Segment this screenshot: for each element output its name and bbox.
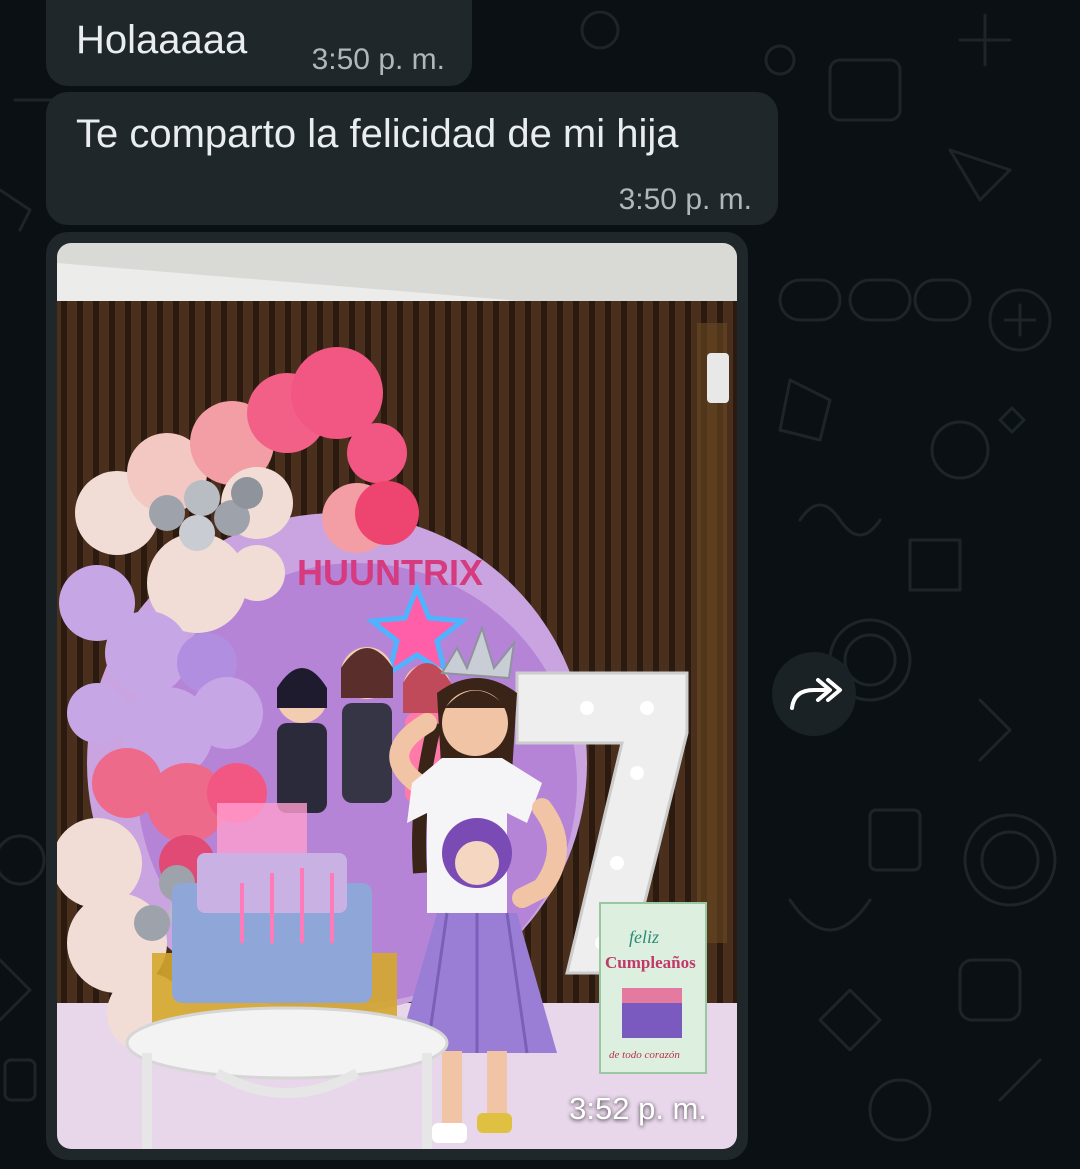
gift-bag-text: Cumpleaños (605, 953, 696, 972)
message-text: Holaaaaa (76, 18, 248, 62)
balloon (347, 423, 407, 483)
balloon (229, 545, 285, 601)
balloon (92, 748, 162, 818)
balloon (134, 905, 170, 941)
balloon (179, 515, 215, 551)
backdrop-title: HUUNTRIX (297, 552, 483, 593)
forward-button[interactable] (772, 652, 856, 736)
balloon (149, 495, 185, 531)
balloon (105, 611, 189, 695)
gift-bag-text: de todo corazón (609, 1049, 680, 1061)
message-bubble-incoming[interactable]: Te comparto la felicidad de mi hija 3:50… (46, 92, 778, 225)
balloon (231, 477, 263, 509)
wall-slat (61, 301, 67, 1021)
message-timestamp: 3:50 p. m. (618, 183, 752, 216)
message-timestamp: 3:50 p. m. (311, 43, 445, 76)
photo-illustration: HUUNTRIX feliz Cumpleaños de todo corazó… (57, 243, 737, 1149)
forward-icon (790, 678, 842, 710)
balloon (67, 683, 127, 743)
wall-slat (733, 301, 737, 1021)
image-message-bubble[interactable]: HUUNTRIX feliz Cumpleaños de todo corazó… (46, 232, 748, 1160)
balloon (184, 480, 220, 516)
message-text: Te comparto la felicidad de mi hija (76, 112, 679, 156)
wall-slat (573, 301, 579, 1021)
message-bubble-incoming[interactable]: Holaaaaa 3:50 p. m. (46, 0, 472, 86)
birthday-party-photo[interactable]: HUUNTRIX feliz Cumpleaños de todo corazó… (57, 243, 737, 1149)
gift-bag-text: feliz (629, 927, 659, 947)
balloon (355, 481, 419, 545)
photo-timestamp: 3:52 p. m. (569, 1091, 707, 1126)
